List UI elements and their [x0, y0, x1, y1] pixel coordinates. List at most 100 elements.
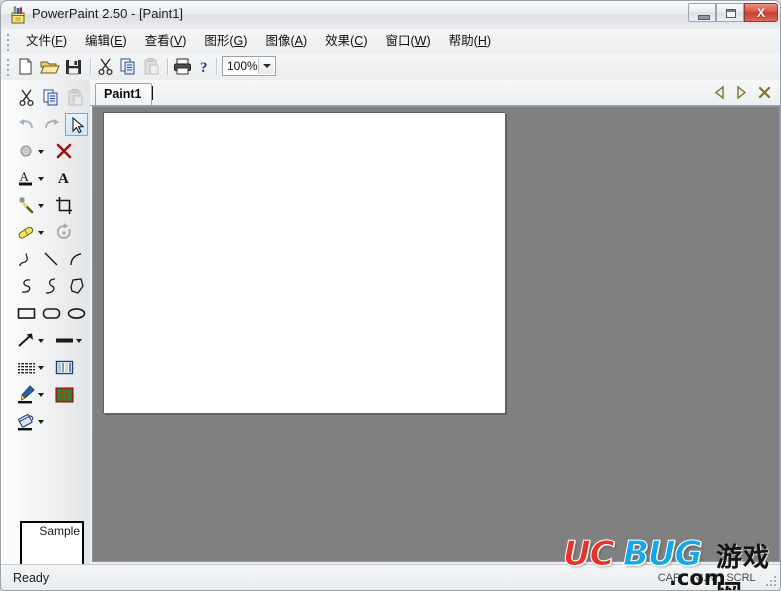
cut-tool-icon[interactable] — [15, 86, 38, 109]
tools-panel: A A Sample — [1, 80, 91, 585]
close-button[interactable]: X — [744, 3, 778, 22]
select-tool-icon[interactable] — [65, 113, 88, 136]
freeform-curve-tool-icon[interactable] — [40, 275, 63, 298]
menu-item-help[interactable]: 帮助(H) — [440, 30, 500, 52]
line-width-dropdown-arrow[interactable] — [75, 329, 84, 352]
text-color-dropdown-arrow[interactable] — [37, 167, 46, 190]
toolbar-separator — [90, 58, 92, 75]
close-tab-icon[interactable] — [757, 85, 772, 100]
ellipse-tool-icon[interactable] — [65, 302, 88, 325]
new-file-icon[interactable] — [15, 56, 36, 77]
arrow-style-tool-icon[interactable] — [15, 329, 38, 352]
text-color-tool-icon[interactable]: A — [15, 167, 38, 190]
menu-label-help-text: 帮助( — [448, 34, 478, 48]
arrow-style-dropdown-arrow[interactable] — [37, 329, 46, 352]
paint-bucket-tool-icon[interactable] — [15, 410, 38, 433]
menu-item-shape[interactable]: 图形(G) — [195, 30, 256, 52]
status-pane-cap: CAP — [657, 572, 681, 584]
maximize-button[interactable] — [716, 3, 744, 22]
status-pane-num: NUM — [692, 572, 718, 584]
status-bar: Ready CAP NUM SCRL — [1, 564, 780, 590]
line-tool-icon[interactable] — [40, 248, 63, 271]
menu-key-effects: C — [354, 34, 364, 48]
hatch-style-tool-icon[interactable] — [15, 356, 38, 379]
paste-tool-icon — [65, 86, 88, 109]
eraser-dropdown-arrow[interactable] — [37, 221, 46, 244]
window-title: PowerPaint 2.50 - [Paint1] — [32, 6, 184, 21]
copy-icon[interactable] — [118, 56, 139, 77]
prev-tab-icon[interactable] — [713, 85, 728, 100]
magic-wand-dropdown-arrow[interactable] — [37, 194, 46, 217]
cut-icon[interactable] — [95, 56, 116, 77]
tool-row-arrow-linewidth — [1, 327, 90, 354]
menu-label-effects-tail: ) — [363, 34, 368, 48]
svg-text:?: ? — [200, 60, 208, 76]
status-pane-scrl: SCRL — [726, 572, 756, 584]
menu-item-view[interactable]: 查看(V) — [136, 30, 196, 52]
menu-label-view-tail: ) — [182, 34, 187, 48]
tool-row-bucket — [1, 408, 90, 435]
crop-tool-icon[interactable] — [53, 194, 76, 217]
minimize-button[interactable] — [688, 3, 716, 22]
menu-item-window[interactable]: 窗口(W) — [377, 30, 440, 52]
eraser-tool-icon[interactable] — [15, 221, 38, 244]
redo-tool-icon — [40, 113, 63, 136]
drawing-canvas[interactable] — [103, 112, 505, 413]
menu-key-view: V — [173, 34, 183, 48]
sample-label: Sample — [39, 524, 80, 538]
tool-row-draw — [1, 246, 90, 273]
toolbar-separator — [216, 58, 218, 75]
paint-bucket-dropdown-arrow[interactable] — [37, 410, 46, 433]
gradient-fill-tool-icon[interactable] — [53, 356, 76, 379]
delete-tool-icon[interactable] — [53, 140, 76, 163]
chevron-down-icon[interactable] — [258, 58, 274, 74]
copy-tool-icon[interactable] — [40, 86, 63, 109]
menu-label-shape-tail: ) — [243, 34, 248, 48]
svg-text:A: A — [20, 169, 30, 184]
magic-wand-tool-icon[interactable] — [15, 194, 38, 217]
zoom-combobox[interactable]: 100% — [222, 56, 276, 76]
paste-icon — [141, 56, 162, 77]
brush-tool-icon[interactable] — [15, 383, 38, 406]
font-style-tool-icon[interactable]: A — [53, 167, 76, 190]
menu-key-image: A — [294, 34, 303, 48]
tool-row-hatch-gradient — [1, 354, 90, 381]
polygon-tool-icon[interactable] — [65, 275, 88, 298]
rounded-rectangle-tool-icon[interactable] — [40, 302, 63, 325]
brush-dropdown-arrow[interactable] — [37, 383, 46, 406]
status-message: Ready — [13, 571, 50, 585]
resize-grip[interactable] — [765, 575, 778, 588]
menu-key-window: W — [414, 34, 427, 48]
zoom-value: 100% — [227, 59, 258, 73]
fill-color-dropdown-arrow[interactable] — [37, 140, 46, 163]
tab-paint1[interactable]: Paint1 — [95, 83, 152, 105]
rectangle-tool-icon[interactable] — [15, 302, 38, 325]
close-icon: X — [756, 5, 765, 20]
menu-item-image[interactable]: 图像(A) — [256, 30, 316, 52]
menu-key-help: H — [477, 34, 487, 48]
fill-color-tool-icon[interactable] — [15, 140, 38, 163]
toolbar-grip-handle[interactable] — [7, 59, 10, 76]
next-tab-icon[interactable] — [733, 85, 748, 100]
menu-item-file[interactable]: 文件(F) — [17, 30, 76, 52]
save-file-icon[interactable] — [63, 56, 84, 77]
arc-tool-icon[interactable] — [65, 248, 88, 271]
menu-item-edit[interactable]: 编辑(E) — [76, 30, 136, 52]
document-tab-strip: Paint1 — [90, 80, 780, 106]
menu-label-help-tail: ) — [486, 34, 492, 48]
curve-tool-icon[interactable] — [15, 275, 38, 298]
hatch-style-dropdown-arrow[interactable] — [37, 356, 46, 379]
pencil-tool-icon[interactable] — [15, 248, 38, 271]
maximize-icon — [726, 9, 736, 18]
menu-item-effects[interactable]: 效果(C) — [316, 30, 376, 52]
open-file-icon[interactable] — [39, 56, 60, 77]
title-bar: PowerPaint 2.50 - [Paint1] X — [1, 1, 780, 30]
line-width-tool-icon[interactable] — [53, 329, 76, 352]
tool-row-eraser-rotate — [1, 219, 90, 246]
menu-grip-handle[interactable] — [7, 34, 10, 51]
pattern-swatch-icon[interactable] — [53, 383, 76, 406]
canvas-workspace[interactable] — [92, 106, 780, 562]
menu-label-view-text: 查看( — [144, 34, 174, 48]
print-icon[interactable] — [172, 56, 193, 77]
help-icon[interactable]: ? — [195, 56, 216, 77]
